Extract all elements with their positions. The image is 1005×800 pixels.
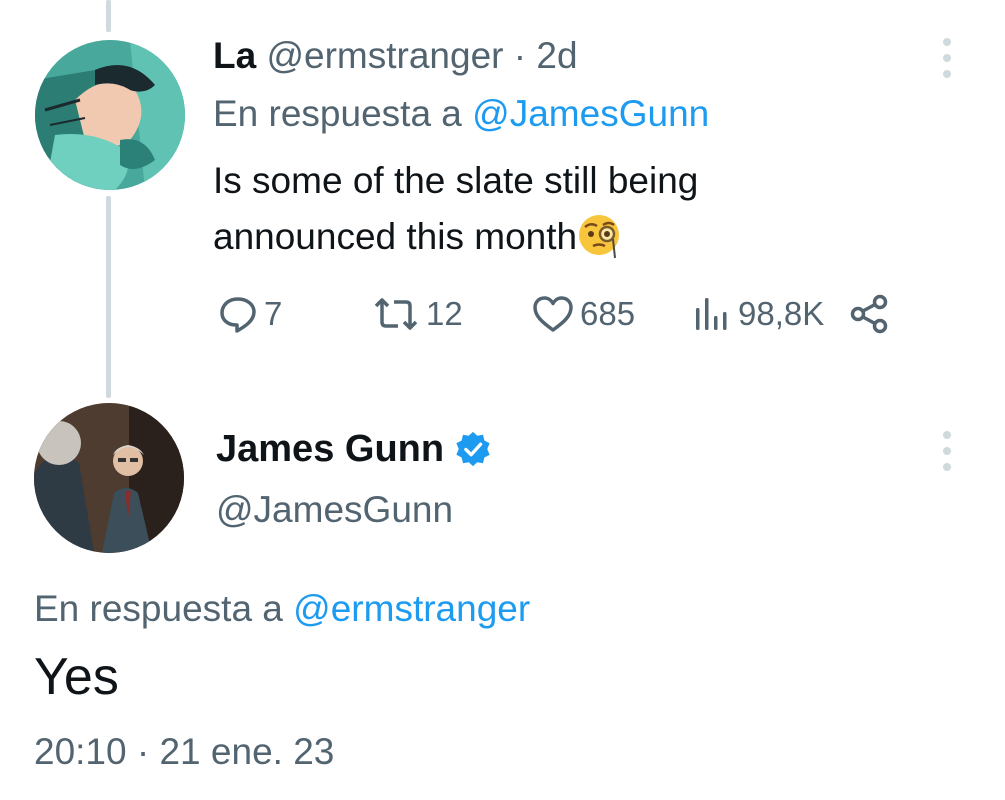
main-reply-context: En respuesta a @ermstranger [34,585,530,633]
main-tweet-text: Yes [34,648,119,706]
reply-display-name[interactable]: La [213,35,256,76]
more-options-icon[interactable] [940,36,954,80]
heart-icon [533,296,573,332]
avatar-ermstranger[interactable] [35,40,185,190]
reply-tweet-actions: 7 12 685 98,8K [216,290,896,338]
retweet-button[interactable]: 12 [370,290,463,338]
bar-chart-icon [696,298,727,330]
main-reply-context-prefix: En respuesta a [34,588,283,629]
like-count: 685 [580,295,636,332]
views-count: 98,8K [738,295,825,332]
more-options-icon[interactable] [940,429,954,473]
face-with-monocle-emoji [579,215,620,259]
main-reply-context-handle[interactable]: @ermstranger [293,588,530,629]
retweet-arrows-icon [374,298,418,330]
views-button[interactable]: 98,8K [690,290,824,338]
avatar-jamesgunn[interactable] [34,403,184,553]
reply-context-prefix: En respuesta a [213,93,462,134]
speech-bubble-icon [220,297,256,333]
reply-context-handle[interactable]: @JamesGunn [472,93,709,134]
tweet-thread: La @ermstranger · 2d En respuesta a @Jam… [0,0,1005,800]
reply-handle[interactable]: @ermstranger [266,35,503,76]
share-button[interactable] [848,290,892,338]
author-display-name[interactable]: James Gunn [216,425,444,473]
reply-tweet-text: Is some of the slate still being announc… [213,153,853,265]
reply-button[interactable]: 7 [216,290,282,338]
reply-separator: · [513,35,527,76]
reply-tweet-header: La @ermstranger · 2d [213,34,578,78]
verified-badge-icon [456,431,490,467]
tweet-time-separator: · [136,731,150,772]
share-nodes-icon [850,294,888,334]
tweet-time: 20:10 [34,731,127,772]
thread-line-connector [106,196,111,398]
tweet-timestamp[interactable]: 20:10 · 21 ene. 23 [34,728,334,776]
reply-count: 7 [264,295,283,332]
thread-line-top [106,0,111,32]
like-button[interactable]: 685 [530,290,635,338]
author-handle[interactable]: @JamesGunn [216,486,453,534]
reply-age[interactable]: 2d [536,35,577,76]
tweet-date: 21 ene. 23 [159,731,335,772]
reply-context: En respuesta a @JamesGunn [213,92,709,136]
reply-tweet-body: Is some of the slate still being announc… [213,160,699,257]
author-name[interactable]: James Gunn [216,425,492,473]
retweet-count: 12 [426,295,463,332]
